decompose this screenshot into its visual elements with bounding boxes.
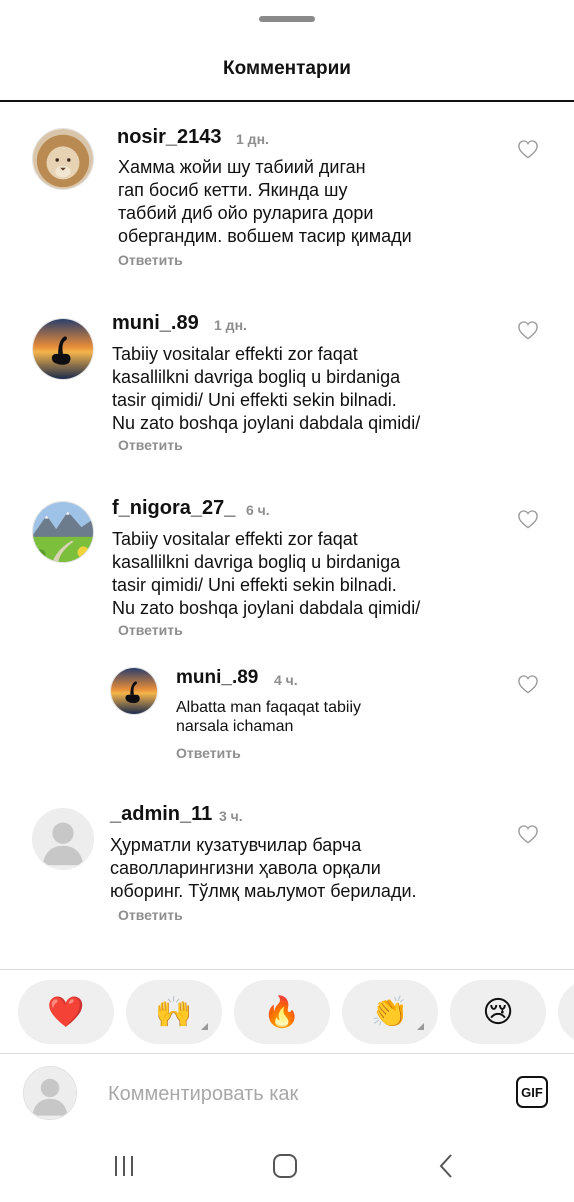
like-heart-icon[interactable]	[517, 674, 539, 694]
reaction-crying-face-button[interactable]: 😢	[450, 980, 546, 1044]
recent-apps-icon[interactable]	[104, 1152, 144, 1180]
sheet-grabber-handle[interactable]	[259, 16, 315, 22]
comment-time: 3 ч.	[219, 808, 243, 824]
default-user-avatar[interactable]	[32, 808, 94, 870]
mountain-meadow-avatar[interactable]	[32, 501, 94, 563]
like-heart-icon[interactable]	[517, 824, 539, 844]
reaction-red-heart-button[interactable]: ❤️	[18, 980, 114, 1044]
like-heart-icon[interactable]	[517, 320, 539, 340]
like-heart-icon[interactable]	[517, 509, 539, 529]
reply-button[interactable]: Ответить	[118, 907, 183, 923]
comment-time: 1 дн.	[236, 131, 269, 147]
comment-time: 1 дн.	[214, 317, 247, 333]
reply-button[interactable]: Ответить	[176, 745, 241, 761]
variants-indicator-icon	[201, 1023, 208, 1030]
comment-text: Хамма жойи шу табиий диган гап босиб кет…	[118, 157, 412, 246]
red-heart-icon: ❤️	[47, 995, 85, 1029]
crying-face-icon: 😢	[482, 995, 514, 1029]
comment-time: 6 ч.	[246, 502, 270, 518]
reactions-divider	[0, 969, 574, 970]
comment-text: Ҳурматли кузатувчилар барча саволларинги…	[110, 835, 417, 901]
fire-icon: 🔥	[263, 995, 301, 1029]
reply-button[interactable]: Ответить	[118, 252, 183, 268]
current-user-avatar	[23, 1066, 77, 1120]
clapping-hands-icon: 👏	[371, 995, 409, 1029]
reaction-more-button[interactable]	[558, 980, 574, 1044]
reply-button[interactable]: Ответить	[118, 622, 183, 638]
lion-avatar[interactable]	[32, 128, 94, 190]
reaction-fire-button[interactable]: 🔥	[234, 980, 330, 1044]
back-icon[interactable]	[426, 1152, 466, 1180]
comment-username[interactable]: f_nigora_27_	[112, 497, 235, 520]
comment-username[interactable]: muni_.89	[176, 667, 258, 689]
composer-divider	[0, 1053, 574, 1054]
comment-text: Tabiiy vositalar effekti zor faqat kasal…	[112, 529, 421, 618]
sheet-title: Комментарии	[223, 58, 351, 79]
home-icon[interactable]	[265, 1152, 305, 1180]
comment-username[interactable]: nosir_2143	[117, 126, 222, 149]
comment-time: 4 ч.	[274, 672, 298, 688]
system-navigation-bar	[0, 1140, 574, 1202]
reaction-clapping-hands-button[interactable]: 👏	[342, 980, 438, 1044]
comment-text: Tabiiy vositalar effekti zor faqat kasal…	[112, 344, 421, 433]
reaction-raising-hands-button[interactable]: 🙌	[126, 980, 222, 1044]
title-divider	[0, 100, 574, 102]
swan-sunset-avatar[interactable]	[32, 318, 94, 380]
comment-username[interactable]: muni_.89	[112, 312, 199, 335]
quick-reactions-bar: ❤️ 🙌 🔥 👏 😢	[18, 980, 574, 1044]
raising-hands-icon: 🙌	[155, 995, 193, 1029]
comment-username[interactable]: _admin_11	[110, 803, 212, 826]
reply-button[interactable]: Ответить	[118, 437, 183, 453]
comments-sheet: Комментарии nosir_2143 1 дн. Хамма жойи …	[0, 0, 574, 1202]
variants-indicator-icon	[417, 1023, 424, 1030]
like-heart-icon[interactable]	[517, 139, 539, 159]
comment-text: Albatta man faqaqat tabiiy narsala icham…	[176, 699, 362, 735]
gif-button[interactable]: GIF	[516, 1076, 548, 1108]
comment-input[interactable]	[106, 1078, 490, 1110]
swan-sunset-avatar[interactable]	[110, 667, 158, 715]
